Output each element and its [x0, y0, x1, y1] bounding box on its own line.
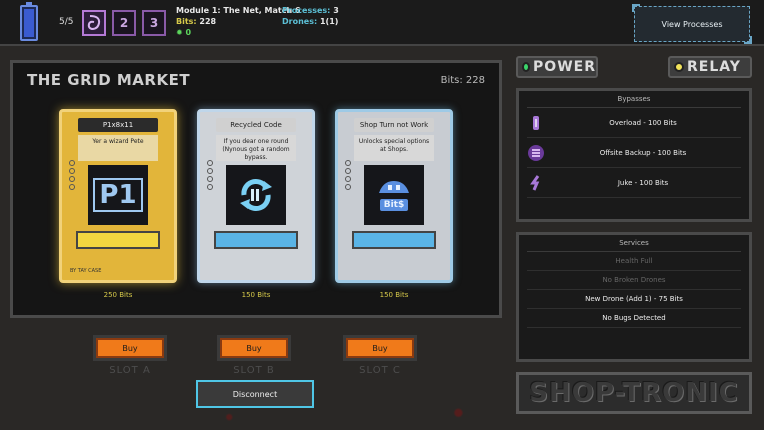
service-item-health: Health Full: [527, 252, 741, 271]
card-price-2: 150 Bits: [241, 291, 271, 299]
card-bar: [76, 231, 160, 249]
buy-button-slot-b[interactable]: Buy: [220, 338, 288, 358]
buy-button-slot-c[interactable]: Buy: [346, 338, 414, 358]
card-title: Shop Turn not Work: [354, 118, 434, 132]
services-panel: Services Health Full No Broken Drones Ne…: [516, 232, 752, 362]
battery-count: 5/5: [59, 17, 74, 27]
process-info: Processes: 3 Drones: 1(1): [282, 5, 339, 27]
offsite-backup-icon: [527, 144, 545, 162]
ability-slot-1[interactable]: [82, 10, 106, 36]
relay-toggle[interactable]: RELAY: [668, 56, 752, 78]
grid-market-panel: THE GRID MARKET Bits: 228 P1x8x11 Yer a …: [10, 60, 502, 318]
bug-icon: ✹: [176, 28, 183, 37]
market-card-1[interactable]: P1x8x11 Yer a wizard Pete P1 BY TAY CASE: [59, 109, 177, 283]
card-rivets: [345, 160, 353, 192]
bypass-item-offsite-backup[interactable]: Offsite Backup - 100 Bits: [527, 138, 741, 168]
relay-label: RELAY: [687, 59, 741, 75]
card-description: If you dear one round (Nynous got a rand…: [216, 135, 296, 161]
buy-button-slot-a[interactable]: Buy: [96, 338, 164, 358]
juke-icon: [527, 174, 545, 192]
power-relay-row: POWER RELAY: [516, 56, 752, 78]
recycle-icon: [240, 179, 272, 211]
spiral-icon: [87, 15, 101, 31]
bugs-value: 0: [185, 28, 192, 37]
bypass-label: Overload - 100 Bits: [609, 118, 677, 127]
card-art: P1: [88, 165, 148, 225]
bypass-item-overload[interactable]: Overload - 100 Bits: [527, 108, 741, 138]
shop-tronic-logo: SHOP-TRONIC: [516, 372, 752, 414]
battery-icon: [20, 2, 38, 41]
drones-label: Drones:: [282, 17, 318, 26]
relay-led-icon: [674, 62, 684, 72]
card-art: Bit$: [364, 165, 424, 225]
bypasses-title: Bypasses: [527, 91, 741, 108]
bypass-label: Juke - 100 Bits: [617, 178, 669, 187]
card-art-label: P1: [93, 178, 143, 212]
bypass-label: Offsite Backup - 100 Bits: [599, 148, 687, 157]
slot-label-a: SLOT A: [109, 365, 151, 376]
services-title: Services: [527, 235, 741, 252]
bypass-item-juke[interactable]: Juke - 100 Bits: [527, 168, 741, 198]
view-processes-button[interactable]: View Processes: [632, 4, 752, 44]
power-toggle[interactable]: POWER: [516, 56, 598, 78]
market-title: THE GRID MARKET: [27, 71, 191, 89]
drones-value: 1(1): [319, 17, 339, 26]
card-description: Yer a wizard Pete: [78, 135, 158, 161]
card-price-1: 250 Bits: [103, 291, 133, 299]
market-card-3[interactable]: Shop Turn not Work Unlocks special optio…: [335, 109, 453, 283]
power-label: POWER: [533, 59, 596, 75]
service-item-bugs: No Bugs Detected: [527, 309, 741, 328]
ability-slot-2[interactable]: 2: [112, 10, 136, 36]
card-bar: [352, 231, 436, 249]
card-bar: [214, 231, 298, 249]
card-price-3: 150 Bits: [379, 291, 409, 299]
card-title: Recycled Code: [216, 118, 296, 132]
service-item-drones: No Broken Drones: [527, 271, 741, 290]
bits-label: Bits:: [176, 17, 197, 26]
processes-label: Processes:: [282, 6, 331, 15]
shop-mascot-icon: [379, 181, 409, 193]
card-art-label: Bit$: [379, 199, 409, 211]
market-bits: Bits: 228: [440, 75, 485, 86]
bits-value: 228: [199, 17, 217, 26]
power-led-icon: [522, 62, 531, 72]
market-card-2[interactable]: Recycled Code If you dear one round (Nyn…: [197, 109, 315, 283]
card-footer: BY TAY CASE: [70, 268, 102, 274]
buy-area: Buy SLOT A Buy SLOT B Buy SLOT C Disconn…: [10, 328, 502, 424]
slot-label-c: SLOT C: [359, 365, 401, 376]
service-item-new-drone[interactable]: New Drone (Add 1) - 75 Bits: [527, 290, 741, 309]
slot-label-b: SLOT B: [233, 365, 275, 376]
card-rivets: [207, 160, 215, 192]
card-rivets: [69, 160, 77, 192]
overload-icon: [527, 114, 545, 132]
disconnect-button[interactable]: Disconnect: [196, 380, 314, 408]
card-art: [226, 165, 286, 225]
ability-slot-3[interactable]: 3: [142, 10, 166, 36]
processes-value: 3: [333, 6, 339, 15]
card-description: Unlocks special options at Shops.: [354, 135, 434, 161]
top-bar: 5/5 2 3 Module 1: The Net, Match 6 Bits:…: [0, 0, 764, 46]
card-title: P1x8x11: [78, 118, 158, 132]
bypasses-panel: Bypasses Overload - 100 Bits Offsite Bac…: [516, 88, 752, 222]
